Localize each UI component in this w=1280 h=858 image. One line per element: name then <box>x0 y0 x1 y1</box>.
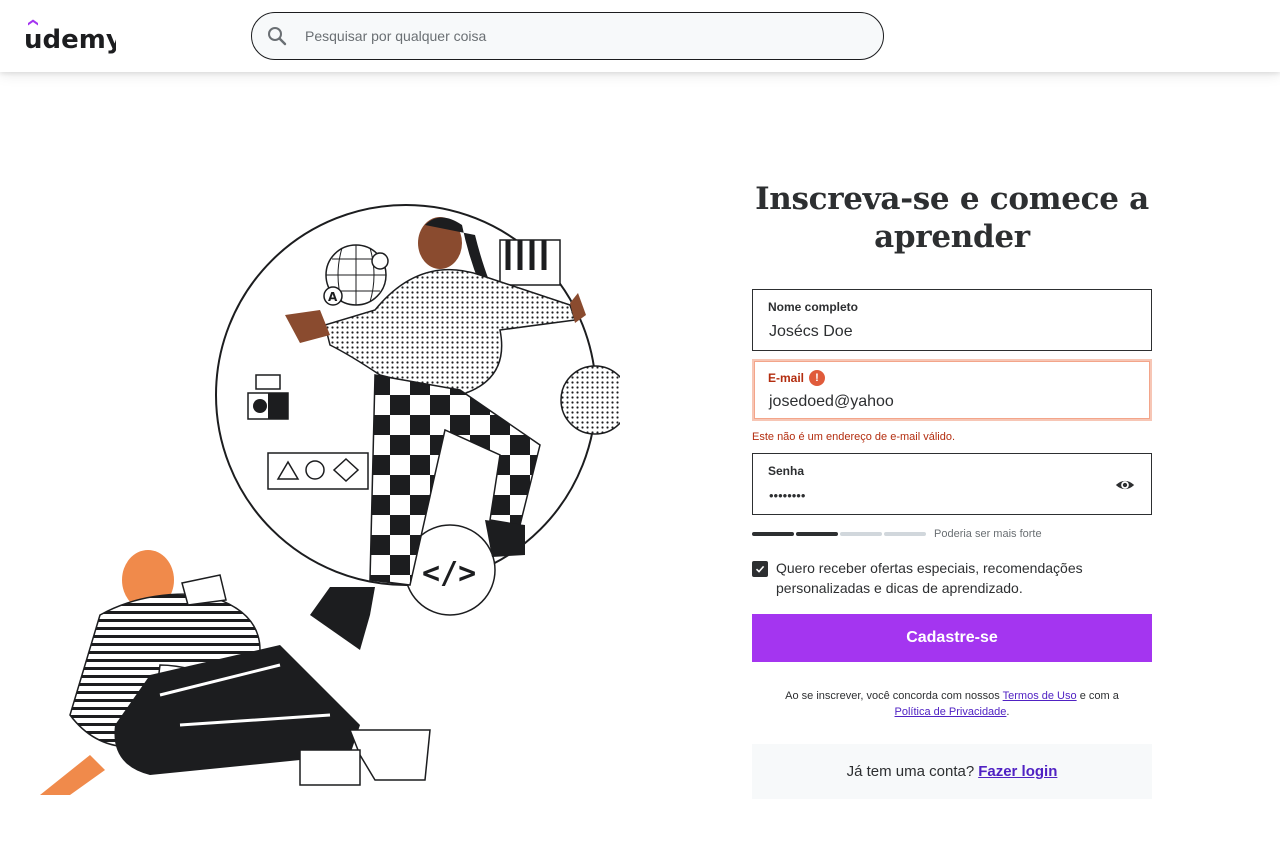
email-label-text: E-mail <box>768 371 805 385</box>
password-strength-text: Poderia ser mais forte <box>934 528 1042 540</box>
offers-checkbox-label: Quero receber ofertas especiais, recomen… <box>776 560 1083 596</box>
strength-bar <box>840 532 882 536</box>
search-icon[interactable] <box>265 24 289 48</box>
email-label: E-mail ! <box>768 370 826 386</box>
svg-text:A: A <box>328 290 338 304</box>
strength-bar <box>884 532 926 536</box>
strength-bar <box>752 532 794 536</box>
offers-option[interactable]: Quero receber ofertas especiais, recomen… <box>752 558 1152 598</box>
signup-form: Inscreva-se e comece a aprender Nome com… <box>752 180 1152 799</box>
password-value[interactable]: •••••••• <box>769 488 805 503</box>
signup-illustration: A </> <box>40 204 620 795</box>
offers-checkbox[interactable] <box>752 561 768 577</box>
page-title: Inscreva-se e comece a aprender <box>755 181 1149 255</box>
error-icon: ! <box>809 370 826 386</box>
login-prompt-box: Já tem uma conta? Fazer login <box>752 744 1152 799</box>
password-field[interactable]: Senha •••••••• <box>752 453 1152 515</box>
login-prompt-text: Já tem uma conta? <box>846 763 975 780</box>
email-field[interactable]: E-mail ! josedoed@yahoo <box>752 359 1152 421</box>
terms-suffix: . <box>1006 706 1010 718</box>
signup-button[interactable]: Cadastre-se <box>752 614 1152 662</box>
login-link[interactable]: Fazer login <box>978 763 1057 780</box>
terms-notice: Ao se inscrever, você concorda com nosso… <box>752 688 1152 720</box>
checkmark-icon <box>755 565 765 573</box>
udemy-logo[interactable]: udemy <box>24 16 116 56</box>
terms-middle: e com a <box>1079 690 1119 702</box>
eye-icon[interactable] <box>1115 475 1135 495</box>
password-label: Senha <box>768 464 805 478</box>
search-input[interactable] <box>305 28 845 44</box>
privacy-policy-link[interactable]: Política de Privacidade <box>895 706 1007 718</box>
full-name-field[interactable]: Nome completo Josécs Doe <box>752 289 1152 351</box>
password-strength-meter: Poderia ser mais forte <box>752 528 1152 540</box>
svg-text:</>: </> <box>422 556 476 591</box>
strength-bar <box>796 532 838 536</box>
full-name-value[interactable]: Josécs Doe <box>769 323 853 341</box>
email-value[interactable]: josedoed@yahoo <box>769 393 894 411</box>
email-error-message: Este não é um endereço de e-mail válido. <box>752 431 956 443</box>
svg-text:udemy: udemy <box>24 25 116 55</box>
search-bar[interactable] <box>251 12 884 60</box>
full-name-label: Nome completo <box>768 300 859 314</box>
terms-of-use-link[interactable]: Termos de Uso <box>1003 690 1077 702</box>
terms-prefix: Ao se inscrever, você concorda com nosso… <box>785 690 1000 702</box>
top-header: udemy <box>0 0 1280 72</box>
